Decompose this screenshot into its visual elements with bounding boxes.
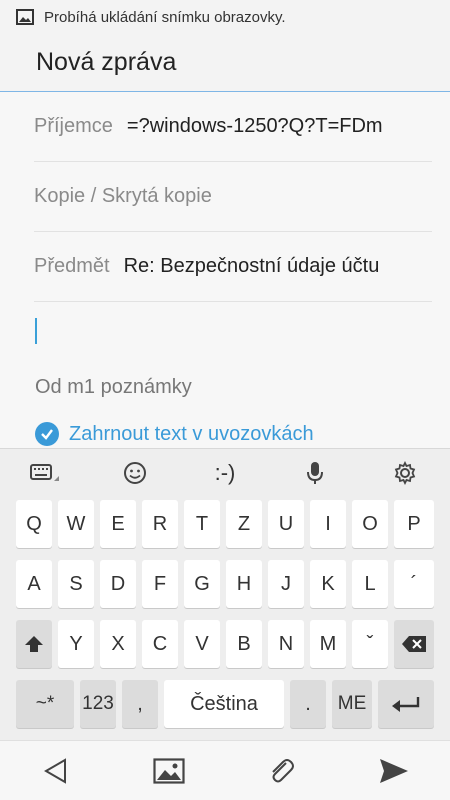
image-icon: [153, 757, 185, 784]
key-k[interactable]: K: [310, 560, 346, 608]
key-g[interactable]: G: [184, 560, 220, 608]
key-w[interactable]: W: [58, 500, 94, 548]
subject-field[interactable]: Předmět Re: Bezpečnostní údaje účtu: [34, 232, 432, 302]
keyboard: :-) Q W E R T Z U I O P A S D F G H J K …: [0, 448, 450, 740]
recipient-label: Příjemce: [34, 115, 113, 137]
gear-icon[interactable]: [360, 449, 450, 497]
key-acute[interactable]: ´: [394, 560, 434, 608]
shift-arrow-icon: [25, 636, 43, 652]
key-y[interactable]: Y: [58, 620, 94, 668]
key-a[interactable]: A: [16, 560, 52, 608]
key-e[interactable]: E: [100, 500, 136, 548]
key-m[interactable]: M: [310, 620, 346, 668]
cc-bcc-placeholder: Kopie / Skrytá kopie: [34, 185, 212, 207]
key-t[interactable]: T: [184, 500, 220, 548]
subject-value[interactable]: Re: Bezpečnostní údaje účtu: [124, 255, 380, 278]
compose-form: Příjemce =?windows-1250?Q?T=FDm Kopie / …: [0, 92, 450, 448]
subject-label: Předmět: [34, 255, 110, 277]
emoticon-button[interactable]: :-): [180, 449, 270, 497]
enter-key[interactable]: [378, 680, 434, 728]
body-text-cursor[interactable]: [35, 318, 37, 344]
me-key[interactable]: ME: [332, 680, 372, 728]
key-l[interactable]: L: [352, 560, 388, 608]
app-bar: Nová zpráva: [0, 34, 450, 92]
shift-key[interactable]: [16, 620, 52, 668]
key-i[interactable]: I: [310, 500, 346, 548]
recipient-value[interactable]: =?windows-1250?Q?T=FDm: [127, 115, 383, 138]
key-h[interactable]: H: [226, 560, 262, 608]
keyboard-toolbar: :-): [0, 449, 450, 497]
status-bar: Probíhá ukládání snímku obrazovky.: [0, 0, 450, 34]
key-s[interactable]: S: [58, 560, 94, 608]
key-n[interactable]: N: [268, 620, 304, 668]
page-title: Nová zpráva: [36, 48, 177, 76]
key-r[interactable]: R: [142, 500, 178, 548]
key-v[interactable]: V: [184, 620, 220, 668]
cc-bcc-field[interactable]: Kopie / Skrytá kopie: [34, 162, 432, 232]
key-z[interactable]: Z: [226, 500, 262, 548]
image-icon: [16, 9, 34, 25]
paperclip-icon: [272, 758, 295, 782]
send-button[interactable]: [369, 746, 419, 796]
key-x[interactable]: X: [100, 620, 136, 668]
insert-image-button[interactable]: [144, 746, 194, 796]
recipient-field[interactable]: Příjemce =?windows-1250?Q?T=FDm: [34, 92, 432, 162]
microphone-icon[interactable]: [270, 449, 360, 497]
key-p[interactable]: P: [394, 500, 434, 548]
emoticon-text: :-): [214, 460, 236, 485]
backspace-key[interactable]: [394, 620, 434, 668]
status-text: Probíhá ukládání snímku obrazovky.: [44, 8, 286, 26]
key-b[interactable]: B: [226, 620, 262, 668]
include-quoted-label: Zahrnout text v uvozovkách: [69, 422, 314, 445]
symbols-key[interactable]: ~*: [16, 680, 74, 728]
keyboard-settings-switch-icon[interactable]: [0, 449, 90, 497]
attach-button[interactable]: [256, 746, 306, 796]
send-icon: [379, 758, 408, 783]
space-key[interactable]: Čeština: [164, 680, 284, 728]
checkbox-checked-icon[interactable]: [35, 422, 59, 446]
emoji-icon[interactable]: [90, 449, 180, 497]
key-d[interactable]: D: [100, 560, 136, 608]
key-f[interactable]: F: [142, 560, 178, 608]
back-triangle-icon: [44, 757, 67, 784]
key-o[interactable]: O: [352, 500, 388, 548]
include-quoted-toggle[interactable]: Zahrnout text v uvozovkách: [35, 422, 314, 446]
numbers-key[interactable]: 123: [80, 680, 116, 728]
key-j[interactable]: J: [268, 560, 304, 608]
enter-arrow-icon: [392, 697, 420, 712]
comma-key[interactable]: ,: [122, 680, 158, 728]
key-c[interactable]: C: [142, 620, 178, 668]
key-caron[interactable]: ˇ: [352, 620, 388, 668]
key-q[interactable]: Q: [16, 500, 52, 548]
back-button[interactable]: [31, 746, 81, 796]
key-u[interactable]: U: [268, 500, 304, 548]
backspace-icon: [402, 636, 426, 652]
bottom-toolbar: [0, 740, 450, 800]
signature-text: Od m1 poznámky: [35, 376, 192, 398]
period-key[interactable]: .: [290, 680, 326, 728]
